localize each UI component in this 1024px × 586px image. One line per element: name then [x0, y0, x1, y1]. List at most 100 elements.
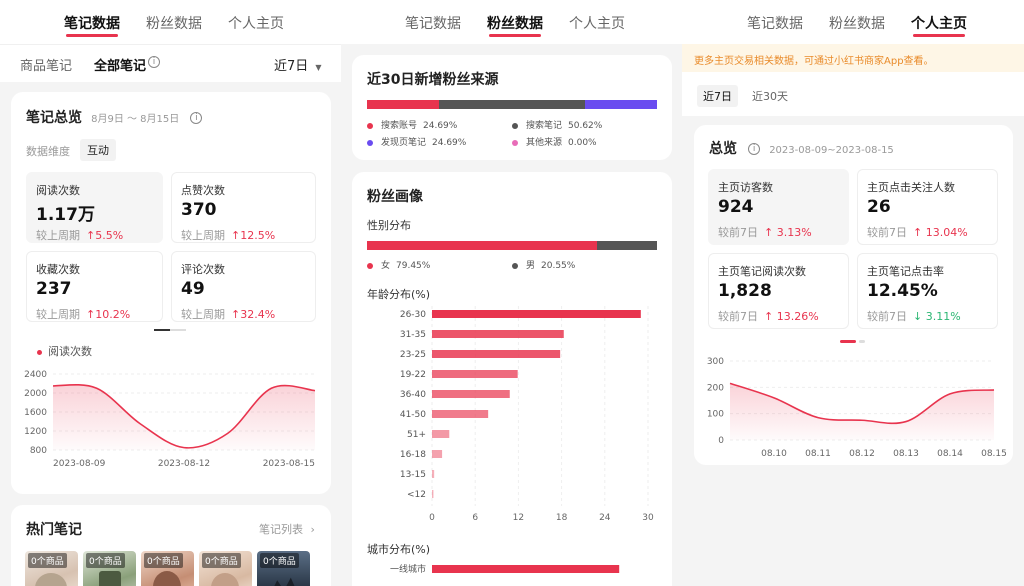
metric-card-reads[interactable]: 阅读次数 1.17万 较上周期 ↑5.5% [26, 172, 163, 243]
legend-dot [367, 139, 373, 146]
stacked-bar-segment [367, 241, 598, 250]
dimension-chip[interactable]: 互动 [80, 139, 116, 161]
metric-card-comments[interactable]: 评论次数 49 较上周期 ↑32.4% [171, 251, 316, 322]
profile-overview-title: 总览 [709, 141, 737, 157]
hot-notes-title: 热门笔记 [26, 522, 82, 538]
metric-value: 237 [36, 279, 72, 299]
notice-banner: 更多主页交易相关数据，可通过小红书商家App查看。 [682, 44, 1024, 72]
range-tabs: 近7日 近30天 [682, 72, 1024, 116]
tab-fans-data[interactable]: 粉丝数据 [487, 13, 543, 41]
metric-card-collects[interactable]: 收藏次数 237 较上周期 ↑10.2% [26, 251, 163, 322]
metric-compare: 较前7日 ↑ 13.26% [718, 310, 819, 323]
thumbnail-badge: 0个商品 [144, 553, 183, 568]
metric-label: 阅读次数 [36, 184, 80, 197]
info-icon[interactable]: i [148, 56, 160, 68]
note-thumbnail[interactable]: 0个商品 [83, 551, 136, 586]
tab-note-data[interactable]: 笔记数据 [747, 13, 803, 41]
x-tick-label: 6 [472, 513, 478, 523]
thumbnail-badge: 0个商品 [28, 553, 67, 568]
range-tab-30d[interactable]: 近30天 [752, 88, 788, 104]
metric-label: 主页笔记点击率 [867, 265, 944, 278]
fan-portrait-title: 粉丝画像 [367, 189, 423, 205]
x-tick-label: 2023-08-12 [158, 459, 210, 469]
y-tick-label: 300 [707, 357, 724, 367]
metric-change: 5.5% [95, 229, 124, 242]
note-thumbnail[interactable]: 0个商品 [141, 551, 194, 586]
note-list-link[interactable]: 笔记列表 › [259, 521, 315, 537]
overview-card: 笔记总览 8月9日 ～ 8月15日 i 数据维度 互动 阅读次数 1.17万 较… [11, 92, 331, 494]
overview-date-range: 8月9日 ～ 8月15日 [91, 114, 180, 125]
bar [432, 430, 450, 438]
bar [432, 565, 620, 573]
bar [432, 310, 641, 318]
overview-title: 笔记总览 [26, 110, 82, 126]
note-thumbnail[interactable]: 0个商品 [199, 551, 252, 586]
legend-item: 男 20.55% [512, 258, 575, 271]
y-tick-label: 一线城市 [390, 563, 426, 575]
x-tick-label: 08.10 [761, 449, 787, 459]
panel-fans-data: 笔记数据 粉丝数据 个人主页 近30日新增粉丝来源 搜索账号 24.69% 搜索笔… [341, 0, 682, 586]
tab-note-data[interactable]: 笔记数据 [405, 13, 461, 41]
subtab-all-notes[interactable]: 全部笔记 [94, 55, 146, 74]
legend-item: 搜索笔记 50.62% [512, 118, 602, 131]
metric-card-likes[interactable]: 点赞次数 370 较上周期 ↑12.5% [171, 172, 316, 243]
y-tick-label: 100 [707, 410, 724, 420]
thumbnail-badge: 0个商品 [202, 553, 241, 568]
x-tick-label: 2023-08-15 [263, 459, 315, 469]
tab-profile[interactable]: 个人主页 [569, 13, 625, 41]
legend-item: 女 79.45% [367, 258, 430, 271]
metric-compare: 较前7日 ↑ 3.13% [718, 226, 812, 239]
thumbnail-image [267, 577, 301, 586]
thumbnail-image [153, 571, 181, 586]
metric-card-note-reads[interactable]: 主页笔记阅读次数 1,828 较前7日 ↑ 13.26% [708, 253, 849, 329]
metric-change: 3.11% [925, 310, 961, 323]
arrow-up-icon: ↑ [231, 229, 241, 242]
legend-item: 发现页笔记 24.69% [367, 135, 466, 148]
tab-profile[interactable]: 个人主页 [911, 13, 967, 41]
gender-title: 性别分布 [367, 219, 411, 232]
note-thumbnail[interactable]: 0个商品 [25, 551, 78, 586]
metric-label: 评论次数 [181, 263, 225, 276]
tab-fans-data[interactable]: 粉丝数据 [146, 13, 202, 41]
reads-line-chart: 2400 2000 1600 1200 800 2023-08-09 2023-08-12 2… [24, 370, 316, 469]
info-icon[interactable]: i [748, 142, 761, 155]
carousel-indicator [154, 329, 186, 331]
tab-fans-data[interactable]: 粉丝数据 [829, 13, 885, 41]
panel-profile: 笔记数据 粉丝数据 个人主页 更多主页交易相关数据，可通过小红书商家App查看。… [682, 0, 1024, 586]
legend-dot [512, 139, 518, 146]
stacked-bar-segment [367, 100, 439, 109]
y-tick-label: 16-18 [400, 450, 426, 460]
stacked-bar-segment [438, 100, 586, 109]
stacked-bar-segment [597, 241, 657, 250]
y-tick-label: 51+ [407, 430, 426, 440]
arrow-up-icon: ↑ [764, 226, 777, 239]
metric-value: 924 [718, 197, 754, 217]
panel-note-data: 笔记数据 粉丝数据 个人主页 商品笔记 全部笔记 i 近7日 ▼ 笔记总览 8月… [0, 0, 341, 586]
tab-note-data[interactable]: 笔记数据 [64, 13, 120, 41]
metric-card-follow-clicks[interactable]: 主页点击关注人数 26 较前7日 ↑ 13.04% [857, 169, 998, 245]
tab-profile[interactable]: 个人主页 [228, 13, 284, 41]
subtab-product-notes[interactable]: 商品笔记 [20, 55, 72, 74]
caret-down-icon: ▼ [315, 63, 322, 72]
metric-change: 3.13% [776, 226, 812, 239]
metric-change: 12.5% [240, 229, 276, 242]
y-tick-label: 23-25 [400, 350, 426, 360]
metric-label: 主页访客数 [718, 181, 773, 194]
bar [432, 450, 443, 458]
legend-dot [367, 122, 373, 129]
gender-stacked-bar [367, 241, 657, 250]
metric-label: 收藏次数 [36, 263, 80, 276]
y-tick-label: 800 [30, 446, 47, 456]
info-icon[interactable]: i [190, 111, 203, 124]
metric-card-note-ctr[interactable]: 主页笔记点击率 12.45% 较前7日 ↓ 3.11% [857, 253, 998, 329]
range-select[interactable]: 近7日 ▼ [274, 55, 322, 74]
metric-card-visitors[interactable]: 主页访客数 924 较前7日 ↑ 3.13% [708, 169, 849, 245]
carousel-indicator [840, 340, 866, 343]
metric-compare: 较上周期 ↑32.4% [181, 308, 276, 321]
bar [432, 410, 489, 418]
note-thumbnail[interactable]: 0个商品 [257, 551, 310, 586]
y-tick-label: 1600 [24, 408, 47, 418]
x-tick-label: 08.11 [805, 449, 831, 459]
metric-compare: 较前7日 ↓ 3.11% [867, 310, 961, 323]
range-tab-7d[interactable]: 近7日 [697, 85, 738, 107]
